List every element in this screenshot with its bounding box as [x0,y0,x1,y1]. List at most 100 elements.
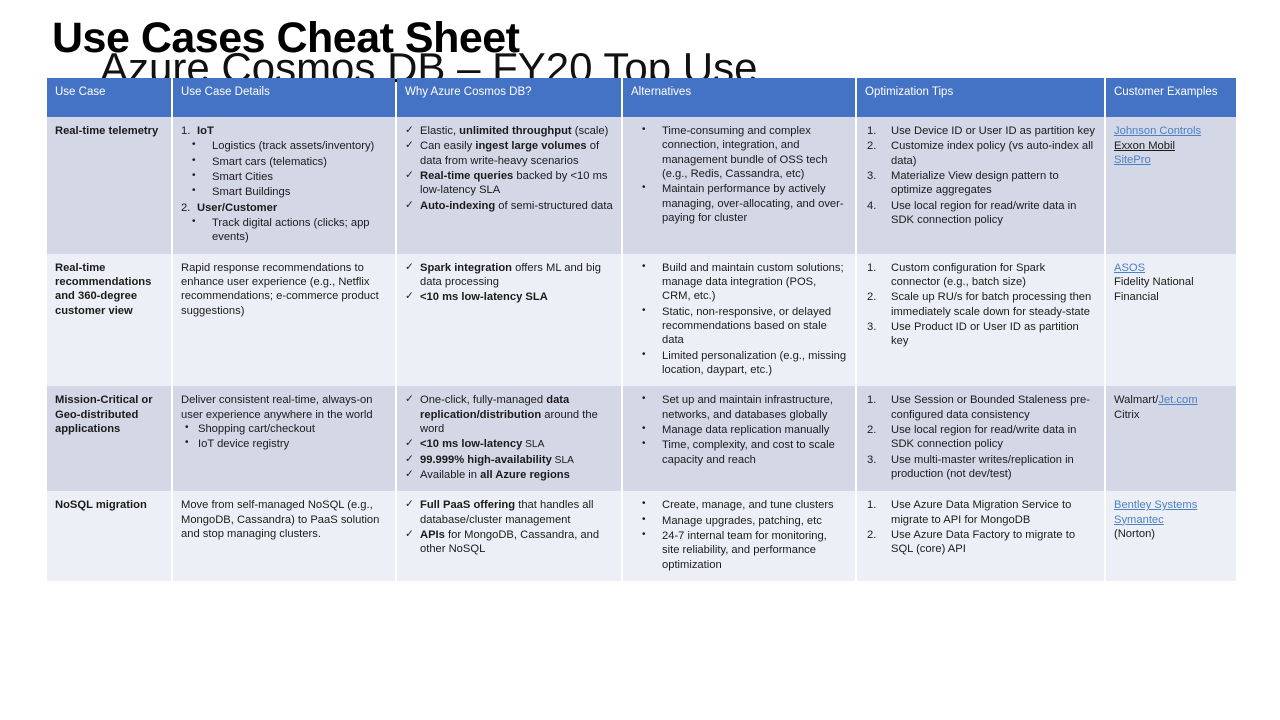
list-item: ✓ 99.999% high-availability SLA [405,453,613,467]
list-item: • Manage upgrades, patching, etc [631,514,847,528]
table-row: NoSQL migration Move from self-managed No… [47,491,1236,581]
list-item: ✓ <10 ms low-latency SLA [405,290,613,304]
cell-why-cosmos-db: ✓ Elastic, unlimited throughput (scale) ✓ C… [397,117,621,254]
cell-why-cosmos-db: ✓ Full PaaS offering that handles all dat… [397,491,621,581]
list-item-label: Use Azure Data Factory to migrate to SQL… [891,528,1076,556]
customer-name: Walmart/ [1114,394,1159,407]
list-item-label: Elastic, unlimited throughput (scale) [420,125,609,137]
list-item-label: Time-consuming and complex connection, i… [662,125,828,180]
list-item-label: Manage upgrades, patching, etc [662,514,822,527]
page-title: Use Cases Cheat Sheet [52,14,520,62]
list-item: • Maintain performance by actively managi… [631,182,847,225]
list-item: 1. Use Azure Data Migration Service to mi… [865,498,1096,527]
list-item-label: Maintain performance by actively managin… [662,183,844,224]
cell-alternatives: • Create, manage, and tune clusters • Manag… [623,491,855,581]
list-item: 4. Use local region for read/write data i… [865,199,1096,228]
list-marker: • [192,139,196,151]
list-item-label: Auto-indexing of semi-structured data [420,199,613,212]
customer-line: SitePro [1114,153,1228,168]
list-item-label: Use Device ID or User ID as partition ke… [891,125,1095,137]
column-header-customer-examples: Customer Examples [1106,78,1236,117]
customer-name: Citrix [1114,408,1140,421]
list-marker: 1. [867,499,877,512]
list-marker: 2. [867,140,877,153]
customer-line: (Norton) [1114,527,1228,542]
list-marker: • [642,393,646,405]
list-marker: • [642,513,646,525]
list-item: • Create, manage, and tune clusters [631,498,847,512]
list-item-label: <10 ms low-latency SLA [420,438,545,451]
list-item: 2. User/Customer [181,201,387,215]
cell-alternatives: • Time-consuming and complex connection, … [623,117,855,254]
customer-link[interactable]: Jet.com [1158,394,1197,406]
list-item-label: Use local region for read/write data in … [891,199,1077,226]
list-item-label: One-click, fully-managed data replicatio… [420,394,598,435]
cell-optimization-tips: 1. Use Session or Bounded Staleness pre-c… [857,386,1104,492]
list-item-label: Smart cars (telematics) [212,155,327,168]
list-item-label: Customize index policy (vs auto-index al… [891,140,1094,167]
list-item: ✓ <10 ms low-latency SLA [405,437,613,451]
customer-line: ASOS [1114,261,1228,276]
customer-link[interactable]: SitePro [1114,154,1151,166]
alternatives-list: • Set up and maintain infrastructure, net… [631,393,847,467]
list-item: 2. Use Azure Data Factory to migrate to S… [865,528,1096,557]
alternatives-list: • Create, manage, and tune clusters • Manag… [631,498,847,572]
cell-customer-examples: ASOS Fidelity National Financial [1106,253,1236,387]
list-marker: • [642,528,646,540]
cell-alternatives: • Build and maintain custom solutions; ma… [623,253,855,387]
list-item-label: IoT [197,125,214,137]
check-icon: ✓ [405,437,414,450]
customer-link[interactable]: Bentley Systems [1114,499,1197,511]
list-item-label: Smart Cities [212,170,273,183]
list-item-label: Static, non-responsive, or delayed recom… [662,305,832,347]
customer-line: Bentley Systems [1114,498,1228,513]
customer-link[interactable]: ASOS [1114,262,1145,274]
cell-use-case-details: 1. IoT • Logistics (track assets/inventory)… [173,117,395,254]
list-item: 2. Use local region for read/write data i… [865,423,1096,452]
cell-use-case-details: Rapid response recommendations to enhanc… [173,253,395,387]
why-check-list: ✓ Elastic, unlimited throughput (scale) ✓ C… [405,124,613,213]
list-marker: • [642,182,646,194]
why-check-list: ✓ One-click, fully-managed data replicati… [405,393,613,482]
list-item-label: Materialize View design pattern to optim… [891,169,1059,197]
list-item: • Smart cars (telematics) [181,155,387,169]
list-item: ✓ Real-time queries backed by <10 ms low-… [405,169,613,198]
cell-use-case: Real-time telemetry [47,117,171,254]
customer-link[interactable]: Symantec [1114,514,1164,526]
customer-line: Johnson Controls [1114,124,1228,139]
check-icon: ✓ [405,198,414,211]
column-header-use-case-details: Use Case Details [173,78,395,117]
customer-line: Fidelity National Financial [1114,275,1228,304]
list-marker: • [642,348,646,360]
list-item: 1. Use Session or Bounded Staleness pre-c… [865,393,1096,422]
customer-line: Walmart/Jet.com [1114,393,1228,408]
list-marker: • [185,421,189,433]
table-row: Real-time recommendations and 360-degree… [47,253,1236,387]
list-item: • Logistics (track assets/inventory) [181,139,387,153]
customer-line: Exxon Mobil [1114,139,1228,154]
list-marker: 1. [867,261,877,274]
table-row: Real-time telemetry 1. IoT • Logistics (trac… [47,117,1236,254]
alternatives-list: • Build and maintain custom solutions; ma… [631,261,847,378]
list-item-label: Build and maintain custom solutions; man… [662,261,844,303]
customer-name: (Norton) [1114,528,1156,541]
list-item-label: Use Azure Data Migration Service to migr… [891,499,1072,526]
detail-bullet-list: • Shopping cart/checkout • IoT device regis… [181,422,387,452]
check-icon: ✓ [405,168,414,181]
list-marker: 1. [867,125,877,137]
list-marker: • [642,124,646,135]
customer-line: Symantec [1114,513,1228,528]
cell-customer-examples: Walmart/Jet.com Citrix [1106,386,1236,492]
check-icon: ✓ [405,260,414,273]
list-marker: 3. [867,453,877,466]
cell-optimization-tips: 1. Use Device ID or User ID as partition … [857,117,1104,254]
list-item: 1. IoT [181,124,387,138]
customer-link[interactable]: Johnson Controls [1114,125,1201,137]
list-marker: 3. [867,169,877,182]
list-item: • Time-consuming and complex connection, … [631,124,847,181]
list-item-label: 99.999% high-availability SLA [420,453,574,466]
detail-paragraph: Move from self-managed NoSQL (e.g., Mong… [181,499,380,540]
list-item-label: Use local region for read/write data in … [891,423,1077,451]
table-row: Mission-Critical or Geo-distributed appl… [47,386,1236,492]
list-item: ✓ APIs for MongoDB, Cassandra, and other … [405,528,613,557]
